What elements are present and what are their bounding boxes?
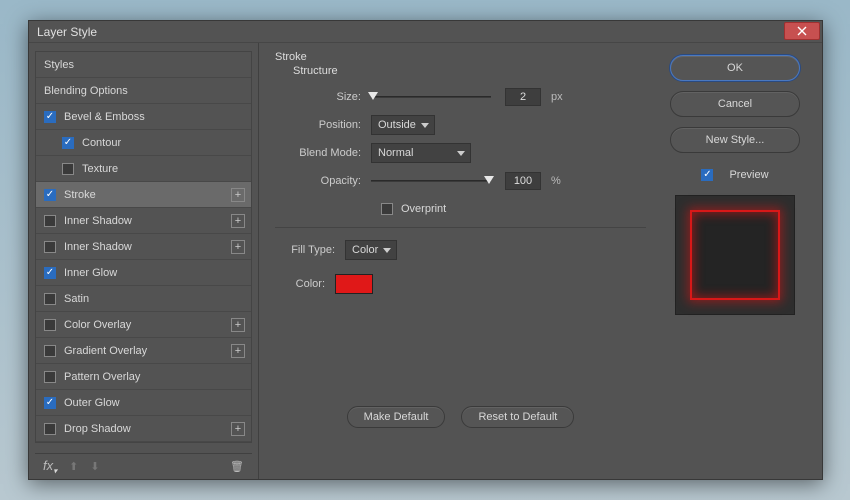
sidebar-item-label: Gradient Overlay bbox=[64, 345, 147, 357]
effect-checkbox[interactable] bbox=[44, 215, 56, 227]
sidebar-item-texture[interactable]: Texture bbox=[36, 156, 251, 182]
ok-button[interactable]: OK bbox=[670, 55, 800, 81]
move-up-icon[interactable]: ⬆ bbox=[69, 460, 78, 473]
sidebar-item-outer-glow[interactable]: Outer Glow bbox=[36, 390, 251, 416]
divider bbox=[275, 227, 646, 228]
preview-label: Preview bbox=[729, 169, 768, 181]
effect-checkbox[interactable] bbox=[44, 267, 56, 279]
sidebar-item-pattern-overlay[interactable]: Pattern Overlay bbox=[36, 364, 251, 390]
size-input[interactable] bbox=[505, 88, 541, 106]
add-effect-icon[interactable]: + bbox=[231, 422, 245, 436]
sidebar-item-stroke[interactable]: Stroke + bbox=[36, 182, 251, 208]
sidebar-item-color-overlay[interactable]: Color Overlay + bbox=[36, 312, 251, 338]
size-unit: px bbox=[551, 91, 563, 103]
dialog-title: Layer Style bbox=[37, 25, 97, 39]
effect-checkbox[interactable] bbox=[44, 397, 56, 409]
close-icon bbox=[797, 26, 807, 36]
opacity-input[interactable] bbox=[505, 172, 541, 190]
sidebar-item-drop-shadow[interactable]: Drop Shadow + bbox=[36, 416, 251, 442]
effects-list: Styles Blending Options Bevel & Emboss Co… bbox=[35, 51, 252, 443]
sidebar-styles-header[interactable]: Styles bbox=[36, 52, 251, 78]
opacity-unit: % bbox=[551, 175, 561, 187]
structure-label: Structure bbox=[293, 65, 646, 77]
blend-mode-label: Blend Mode: bbox=[275, 147, 371, 159]
sidebar-item-inner-glow[interactable]: Inner Glow bbox=[36, 260, 251, 286]
size-label: Size: bbox=[275, 91, 371, 103]
move-down-icon[interactable]: ⬇ bbox=[90, 460, 99, 473]
sidebar-item-label: Satin bbox=[64, 293, 89, 305]
effect-checkbox[interactable] bbox=[44, 293, 56, 305]
sidebar-item-label: Drop Shadow bbox=[64, 423, 131, 435]
actions-column: OK Cancel New Style... Preview bbox=[662, 43, 822, 479]
stroke-panel: Stroke Structure Size: px Position: Outs… bbox=[259, 43, 662, 479]
sidebar-item-label: Color Overlay bbox=[64, 319, 131, 331]
sidebar-item-satin[interactable]: Satin bbox=[36, 286, 251, 312]
layer-style-dialog: Layer Style Styles Blending Options Beve… bbox=[28, 20, 823, 480]
sidebar-item-label: Bevel & Emboss bbox=[64, 111, 145, 123]
effect-checkbox[interactable] bbox=[62, 137, 74, 149]
effect-checkbox[interactable] bbox=[44, 319, 56, 331]
effect-checkbox[interactable] bbox=[44, 371, 56, 383]
panel-title: Stroke bbox=[275, 51, 646, 63]
add-effect-icon[interactable]: + bbox=[231, 318, 245, 332]
fx-icon[interactable]: fx▾ bbox=[43, 458, 57, 476]
preview-thumbnail bbox=[675, 195, 795, 315]
size-slider[interactable] bbox=[371, 90, 491, 104]
add-effect-icon[interactable]: + bbox=[231, 240, 245, 254]
sidebar-footer: fx▾ ⬆ ⬇ 🗑 bbox=[35, 453, 252, 479]
sidebar-item-label: Inner Glow bbox=[64, 267, 117, 279]
color-swatch[interactable] bbox=[335, 274, 373, 294]
sidebar-item-bevel-emboss[interactable]: Bevel & Emboss bbox=[36, 104, 251, 130]
effect-checkbox[interactable] bbox=[44, 345, 56, 357]
sidebar-item-label: Outer Glow bbox=[64, 397, 120, 409]
opacity-slider[interactable] bbox=[371, 174, 491, 188]
sidebar-item-label: Pattern Overlay bbox=[64, 371, 140, 383]
trash-icon[interactable]: 🗑 bbox=[230, 460, 244, 473]
effect-checkbox[interactable] bbox=[44, 189, 56, 201]
new-style-button[interactable]: New Style... bbox=[670, 127, 800, 153]
add-effect-icon[interactable]: + bbox=[231, 344, 245, 358]
sidebar-item-gradient-overlay[interactable]: Gradient Overlay + bbox=[36, 338, 251, 364]
sidebar-item-inner-shadow[interactable]: Inner Shadow + bbox=[36, 208, 251, 234]
effect-checkbox[interactable] bbox=[44, 111, 56, 123]
overprint-label: Overprint bbox=[401, 203, 446, 215]
cancel-button[interactable]: Cancel bbox=[670, 91, 800, 117]
add-effect-icon[interactable]: + bbox=[231, 188, 245, 202]
make-default-button[interactable]: Make Default bbox=[347, 406, 446, 428]
fill-type-select[interactable]: Color bbox=[345, 240, 397, 260]
sidebar-item-label: Stroke bbox=[64, 189, 96, 201]
opacity-label: Opacity: bbox=[275, 175, 371, 187]
add-effect-icon[interactable]: + bbox=[231, 214, 245, 228]
sidebar-item-label: Texture bbox=[82, 163, 118, 175]
sidebar-item-label: Inner Shadow bbox=[64, 215, 132, 227]
position-select[interactable]: Outside bbox=[371, 115, 435, 135]
sidebar-item-label: Contour bbox=[82, 137, 121, 149]
position-label: Position: bbox=[275, 119, 371, 131]
fill-type-label: Fill Type: bbox=[275, 244, 345, 256]
sidebar-item-label: Inner Shadow bbox=[64, 241, 132, 253]
color-label: Color: bbox=[275, 278, 335, 290]
title-bar: Layer Style bbox=[29, 21, 822, 43]
sidebar-blending-options[interactable]: Blending Options bbox=[36, 78, 251, 104]
overprint-checkbox[interactable] bbox=[381, 203, 393, 215]
reset-default-button[interactable]: Reset to Default bbox=[461, 406, 574, 428]
effect-checkbox[interactable] bbox=[62, 163, 74, 175]
effect-checkbox[interactable] bbox=[44, 241, 56, 253]
sidebar-item-inner-shadow[interactable]: Inner Shadow + bbox=[36, 234, 251, 260]
effects-sidebar: Styles Blending Options Bevel & Emboss Co… bbox=[29, 43, 259, 479]
close-button[interactable] bbox=[784, 22, 820, 40]
effect-checkbox[interactable] bbox=[44, 423, 56, 435]
sidebar-item-contour[interactable]: Contour bbox=[36, 130, 251, 156]
blend-mode-select[interactable]: Normal bbox=[371, 143, 471, 163]
preview-checkbox[interactable] bbox=[701, 169, 713, 181]
